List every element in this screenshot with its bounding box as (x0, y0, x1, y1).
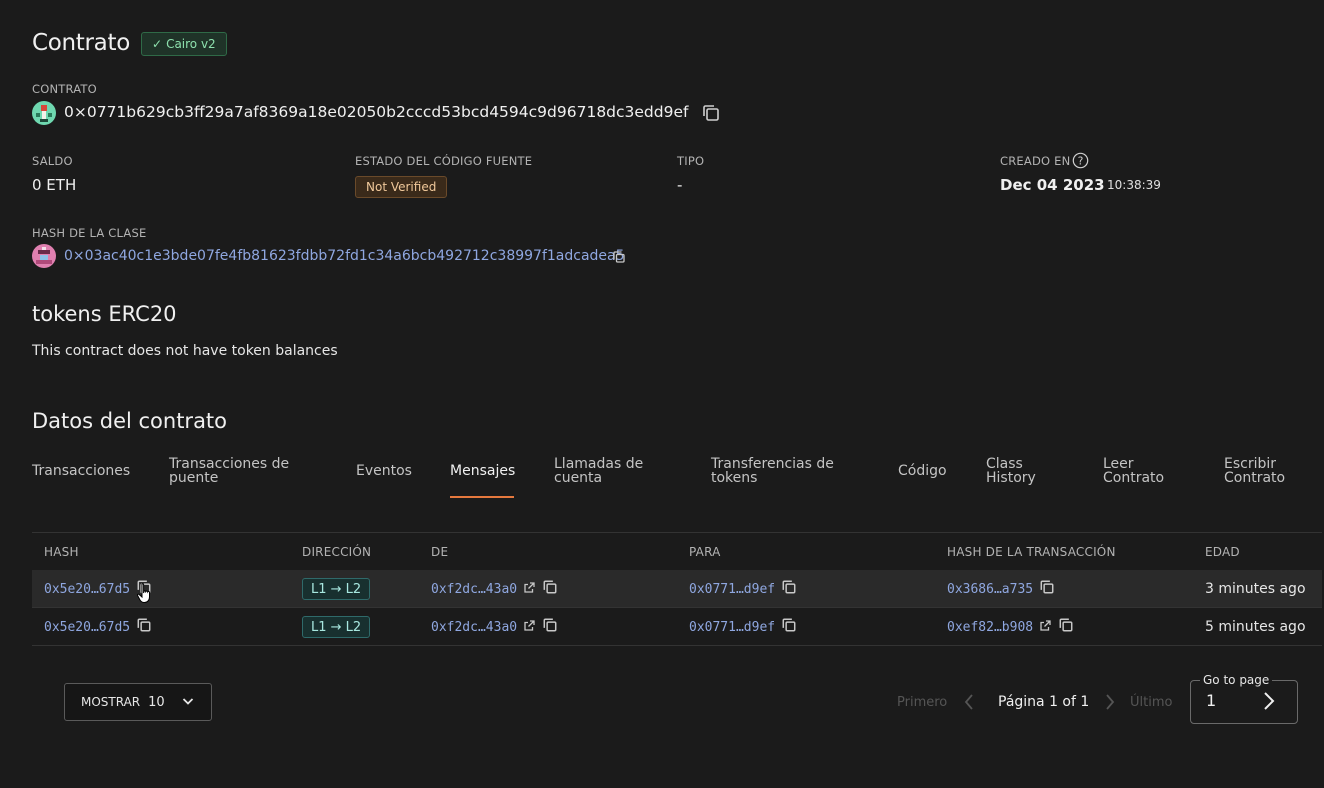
balance-value: 0 ETH (32, 176, 77, 194)
header-hash: HASH (44, 544, 79, 559)
chevron-right-icon[interactable] (1103, 693, 1117, 715)
go-to-page-input[interactable]: 1 (1206, 691, 1216, 710)
class-hash-label: HASH DE LA CLASE (32, 226, 147, 240)
created-label: CREADO EN (1000, 154, 1071, 168)
page-title: Contrato (32, 30, 130, 56)
class-hash-link[interactable]: 0×03ac40c1e3bde07fe4fb81623fdbb72fd1c34a… (64, 248, 625, 264)
direction-badge: L1 → L2 (302, 578, 371, 600)
page-size-select[interactable]: MOSTRAR 10 (64, 683, 212, 721)
balance-label: SALDO (32, 154, 73, 168)
not-verified-badge: Not Verified (355, 176, 448, 198)
header-direction: DIRECCIÓN (302, 544, 372, 559)
header-tx-hash: HASH DE LA TRANSACCIÓN (947, 544, 1116, 559)
tokens-empty-text: This contract does not have token balanc… (32, 343, 338, 359)
tab-transacciones-puente[interactable]: Transacciones de puente (169, 457, 289, 485)
copy-class-hash-icon[interactable] (612, 249, 626, 268)
contract-avatar (32, 101, 56, 125)
contract-data-title: Datos del contrato (32, 409, 228, 433)
cairo-version-label: Cairo v2 (166, 37, 216, 51)
created-time: 10:38:39 (1107, 178, 1161, 192)
from-address-link[interactable]: 0xf2dc…43a0 (431, 582, 517, 597)
tab-codigo[interactable]: Código (898, 464, 947, 478)
copy-icon[interactable] (781, 617, 797, 637)
help-icon[interactable]: ? (1072, 152, 1089, 173)
table-row: 0x5e20…67d5 L1 → L2 0xf2dc…43a0 0x0771…d… (32, 570, 1322, 608)
type-value: - (677, 176, 683, 194)
age-value: 3 minutes ago (1205, 581, 1306, 597)
class-hash-avatar (32, 244, 56, 268)
source-status-label: ESTADO DEL CÓDIGO FUENTE (355, 154, 533, 168)
cairo-version-badge: ✓ Cairo v2 (141, 32, 227, 56)
svg-text:?: ? (1078, 155, 1084, 167)
message-hash-link[interactable]: 0x5e20…67d5 (44, 582, 130, 597)
tx-hash-link[interactable]: 0xef82…b908 (947, 620, 1033, 635)
copy-icon[interactable] (781, 579, 797, 599)
header-from: DE (431, 544, 449, 559)
hand-cursor-icon (136, 582, 156, 610)
copy-icon[interactable] (542, 617, 558, 637)
tab-eventos[interactable]: Eventos (356, 464, 412, 478)
tab-llamadas-cuenta[interactable]: Llamadas de cuenta (554, 457, 643, 485)
external-link-icon[interactable] (1039, 619, 1052, 636)
chevron-down-icon (181, 694, 195, 711)
check-icon: ✓ (152, 37, 163, 51)
tab-leer-contrato[interactable]: Leer Contrato (1103, 457, 1164, 485)
age-value: 5 minutes ago (1205, 619, 1306, 635)
external-link-icon[interactable] (523, 581, 536, 598)
tx-hash-link[interactable]: 0x3686…a735 (947, 582, 1033, 597)
to-address-link[interactable]: 0x0771…d9ef (689, 582, 775, 597)
to-address-link[interactable]: 0x0771…d9ef (689, 620, 775, 635)
contract-address[interactable]: 0×0771b629cb3ff29a7af8369a18e02050b2cccd… (64, 103, 688, 121)
tab-transacciones[interactable]: Transacciones (32, 464, 130, 478)
tokens-title: tokens ERC20 (32, 302, 177, 326)
go-to-page-label: Go to page (1200, 673, 1273, 687)
created-date: Dec 04 2023 (1000, 176, 1105, 194)
show-value: 10 (148, 694, 165, 710)
last-page-button[interactable]: Último (1130, 695, 1172, 710)
copy-icon[interactable] (1058, 617, 1074, 637)
external-link-icon[interactable] (523, 619, 536, 636)
direction-badge: L1 → L2 (302, 616, 371, 638)
type-label: TIPO (677, 154, 705, 168)
header-to: PARA (689, 544, 721, 559)
message-hash-link[interactable]: 0x5e20…67d5 (44, 620, 130, 635)
table-header: HASH DIRECCIÓN DE PARA HASH DE LA TRANSA… (32, 532, 1322, 570)
from-address-link[interactable]: 0xf2dc…43a0 (431, 620, 517, 635)
first-page-button[interactable]: Primero (897, 695, 947, 710)
tab-mensajes[interactable]: Mensajes (450, 464, 515, 478)
show-label: MOSTRAR (81, 695, 141, 709)
active-tab-indicator (450, 496, 514, 498)
chevron-left-icon[interactable] (962, 693, 976, 715)
page-indicator: Página 1 of 1 (998, 694, 1090, 710)
go-arrow-icon[interactable] (1259, 690, 1279, 716)
copy-icon[interactable] (136, 617, 152, 637)
copy-address-icon[interactable] (701, 103, 721, 127)
tab-transferencias-tokens[interactable]: Transferencias de tokens (711, 457, 834, 485)
contract-label: CONTRATO (32, 82, 97, 96)
copy-icon[interactable] (542, 579, 558, 599)
header-age: EDAD (1205, 544, 1240, 559)
messages-table: HASH DIRECCIÓN DE PARA HASH DE LA TRANSA… (32, 532, 1322, 646)
tab-class-history[interactable]: Class History (986, 457, 1036, 485)
tab-escribir-contrato[interactable]: Escribir Contrato (1224, 457, 1285, 485)
copy-icon[interactable] (1039, 579, 1055, 599)
table-row: 0x5e20…67d5 L1 → L2 0xf2dc…43a0 0x0771…d… (32, 608, 1322, 646)
